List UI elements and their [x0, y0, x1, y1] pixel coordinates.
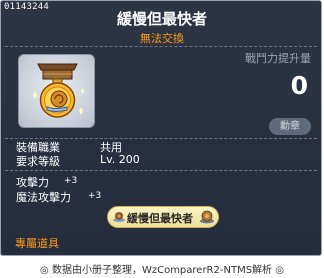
item-name: 緩慢但最快者 — [116, 10, 207, 28]
trade-status: 無法交換 — [140, 32, 184, 45]
level-value: Lv. 200 — [100, 153, 140, 166]
stat-label: 魔法攻擊力 — [16, 191, 71, 204]
divider — [5, 46, 317, 47]
level-label: 要求等級 — [16, 155, 60, 168]
item-icon-frame — [18, 54, 95, 128]
combat-power-value: 0 — [290, 71, 308, 100]
divider — [5, 170, 317, 171]
snail-icon — [113, 212, 125, 222]
snail-shell-icon — [200, 210, 214, 224]
medal-icon — [33, 63, 84, 118]
exclusive-label: 專屬道具 — [15, 237, 59, 250]
combat-power-label: 戰鬥力提升量 — [245, 52, 311, 65]
set-name-pill: 緩慢但最快者 — [107, 206, 219, 228]
medal-badge: 勳章 — [269, 118, 311, 135]
stat-label: 攻擊力 — [16, 176, 49, 189]
footer-credit: ◎ 数据由小册子整理，WzComparerR2-NTMS解析 ◎ — [40, 265, 284, 276]
item-tooltip: 01143244 緩慢但最快者 無法交換 戰鬥力提升量 0 勳章 裝備職業 共用… — [0, 0, 322, 256]
stat-value: +3 — [64, 176, 78, 186]
set-name: 緩慢但最快者 — [127, 212, 193, 225]
stat-value: +3 — [88, 191, 102, 201]
